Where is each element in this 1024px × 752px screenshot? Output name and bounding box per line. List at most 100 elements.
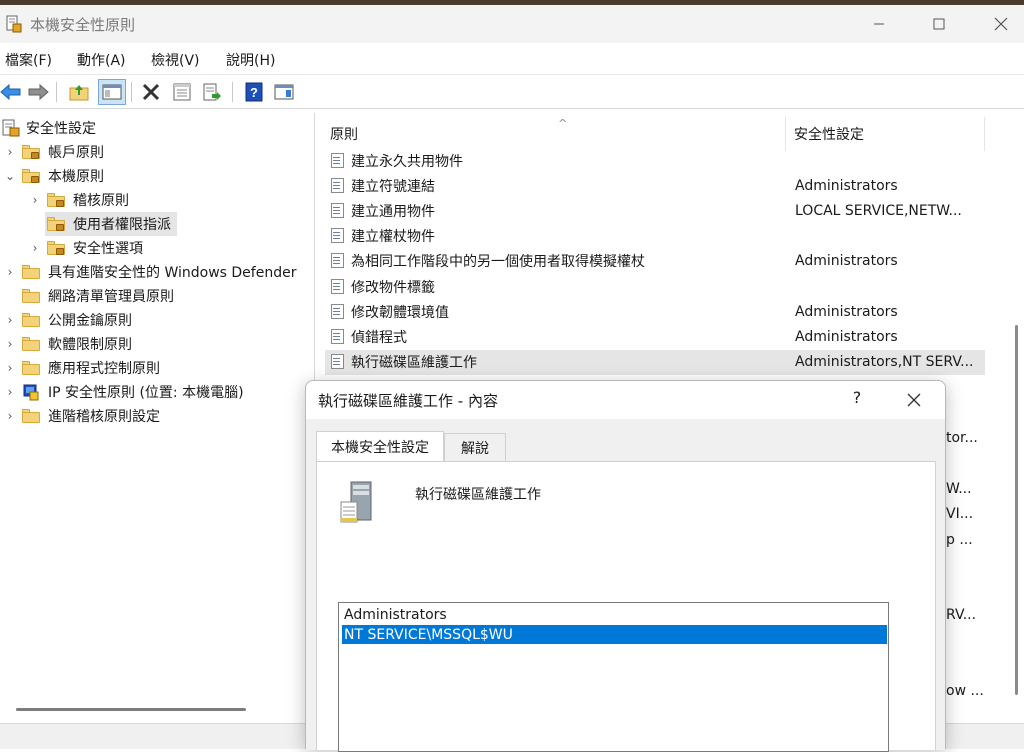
- show-action-pane-button[interactable]: [273, 81, 295, 103]
- properties-button[interactable]: [171, 81, 193, 103]
- chevron-right-icon[interactable]: ›: [4, 385, 16, 399]
- security-setting-cell: Administrators: [795, 328, 898, 345]
- tree-item-advanced-audit[interactable]: › 進階稽核原則設定: [4, 404, 160, 428]
- svg-text:?: ?: [250, 85, 258, 100]
- close-icon: [907, 393, 921, 407]
- table-row[interactable]: 執行磁碟區維護工作 Administrators,NT SERV...: [325, 349, 985, 375]
- tree-item-label: 應用程式控制原則: [48, 361, 160, 377]
- column-header-security-setting[interactable]: 安全性設定: [794, 117, 984, 151]
- menu-action[interactable]: 動作(A): [77, 50, 126, 70]
- tree-item-security-options[interactable]: › 安全性選項: [29, 236, 143, 260]
- list-vertical-scrollbar[interactable]: [1015, 325, 1018, 695]
- truncated-setting: VI...: [946, 506, 974, 522]
- close-button[interactable]: [978, 5, 1024, 43]
- dialog-body: 本機安全性設定 解說 執行磁碟區維護工作 Administrators NT S…: [306, 419, 945, 752]
- dialog-title-bar: 執行磁碟區維護工作 - 內容 ?: [306, 381, 945, 419]
- table-row[interactable]: 偵錯程式 Administrators: [325, 324, 985, 349]
- chevron-right-icon[interactable]: ›: [4, 409, 16, 423]
- locked-folder-icon: [22, 169, 40, 183]
- maximize-button[interactable]: [916, 5, 962, 43]
- list-item[interactable]: NT SERVICE\MSSQL$WU: [342, 625, 887, 644]
- tree-item-label: 軟體限制原則: [48, 337, 132, 353]
- truncated-setting: RV...: [946, 607, 977, 623]
- tree-root-label: 安全性設定: [26, 121, 96, 137]
- chevron-right-icon[interactable]: ›: [29, 193, 41, 207]
- tree-root[interactable]: 安全性設定: [2, 116, 96, 140]
- tree-item-account-policies[interactable]: › 帳戶原則: [4, 140, 104, 164]
- table-row[interactable]: 修改韌體環境值 Administrators: [325, 299, 985, 324]
- minimize-button[interactable]: [856, 5, 902, 43]
- table-row[interactable]: 建立通用物件 LOCAL SERVICE,NETW...: [325, 198, 985, 223]
- policy-name-cell: 建立永久共用物件: [351, 153, 463, 170]
- chevron-right-icon[interactable]: ›: [4, 337, 16, 351]
- help-button[interactable]: ?: [243, 81, 265, 103]
- table-row[interactable]: 建立權杖物件: [325, 224, 985, 249]
- delete-button[interactable]: [140, 81, 162, 103]
- policy-name-cell: 為相同工作階段中的另一個使用者取得模擬權杖: [351, 254, 645, 271]
- forward-button[interactable]: [27, 81, 49, 103]
- menu-view[interactable]: 檢視(V): [151, 50, 200, 70]
- policy-name-cell: 執行磁碟區維護工作: [351, 355, 477, 372]
- security-setting-cell: Administrators,NT SERV...: [795, 354, 974, 371]
- tree-pane: 安全性設定 › 帳戶原則 ⌄ 本機原則 › 稽核原則 使用者權限指派 › 安全性…: [0, 113, 315, 723]
- tree-item-network-list-manager[interactable]: 網路清單管理員原則: [22, 284, 174, 308]
- table-row[interactable]: 修改物件標籤: [325, 274, 985, 299]
- tree-item-audit-policy[interactable]: › 稽核原則: [29, 188, 129, 212]
- table-row[interactable]: 為相同工作階段中的另一個使用者取得模擬權杖 Administrators: [325, 249, 985, 274]
- dialog-help-button[interactable]: ?: [842, 388, 872, 412]
- tab-explain[interactable]: 解說: [444, 433, 506, 461]
- security-setting-cell: Administrators: [795, 253, 898, 270]
- up-folder-button[interactable]: [68, 81, 90, 103]
- chevron-right-icon[interactable]: ›: [4, 361, 16, 375]
- tree-item-label: 帳戶原則: [48, 145, 104, 161]
- policy-setting-icon: [330, 177, 346, 194]
- tree-item-user-rights-assignment[interactable]: 使用者權限指派: [45, 212, 177, 236]
- tree-item-label: IP 安全性原則 (位置: 本機電腦): [48, 385, 244, 401]
- security-settings-icon: [2, 119, 20, 137]
- menu-help[interactable]: 說明(H): [226, 50, 275, 70]
- chevron-right-icon[interactable]: ›: [4, 145, 16, 159]
- members-list[interactable]: Administrators NT SERVICE\MSSQL$WU: [338, 602, 889, 752]
- folder-icon: [22, 289, 40, 303]
- tree-item-public-key-policies[interactable]: › 公開金鑰原則: [4, 308, 132, 332]
- policy-name-cell: 偵錯程式: [351, 329, 407, 346]
- tree-item-local-policies[interactable]: ⌄ 本機原則: [4, 164, 104, 188]
- column-separator[interactable]: [984, 117, 985, 151]
- back-button[interactable]: [0, 81, 22, 103]
- up-folder-icon: [69, 85, 89, 101]
- policy-setting-icon: [330, 303, 346, 320]
- policy-setting-icon: [330, 354, 346, 370]
- export-list-button[interactable]: [201, 81, 223, 103]
- chevron-right-icon[interactable]: ›: [29, 241, 41, 255]
- truncated-setting: tor...: [946, 430, 978, 446]
- toolbar-separator: [131, 82, 132, 102]
- chevron-right-icon[interactable]: ›: [4, 265, 16, 279]
- maximize-icon: [933, 18, 945, 30]
- menu-file[interactable]: 檔案(F): [5, 50, 52, 70]
- policy-name: 執行磁碟區維護工作: [415, 487, 541, 503]
- export-list-icon: [203, 83, 221, 101]
- table-row[interactable]: 建立永久共用物件: [325, 148, 985, 173]
- sort-ascending-icon: ^: [558, 117, 568, 130]
- tree-item-ip-security[interactable]: › IP 安全性原則 (位置: 本機電腦): [4, 380, 244, 404]
- truncated-setting: p ...: [946, 532, 973, 548]
- list-item[interactable]: Administrators: [342, 605, 887, 624]
- tree-item-windows-defender-firewall[interactable]: › 具有進階安全性的 Windows Defender: [4, 260, 296, 284]
- policy-setting-icon: [330, 253, 346, 269]
- column-separator[interactable]: [785, 117, 786, 151]
- column-header-policy-label: 原則: [330, 127, 358, 143]
- truncated-setting: W...: [946, 481, 972, 497]
- table-row[interactable]: 建立符號連結 Administrators: [325, 173, 985, 198]
- chevron-down-icon[interactable]: ⌄: [4, 169, 16, 183]
- tree-horizontal-scrollbar[interactable]: [16, 708, 246, 711]
- column-header-policy[interactable]: 原則 ^: [330, 117, 785, 151]
- delete-icon: [142, 83, 160, 101]
- dialog-close-button[interactable]: [896, 386, 932, 414]
- tree-item-software-restriction[interactable]: › 軟體限制原則: [4, 332, 132, 356]
- properties-icon: [173, 83, 191, 101]
- chevron-right-icon[interactable]: ›: [4, 313, 16, 327]
- show-hide-tree-button[interactable]: [98, 79, 126, 105]
- tree-item-application-control[interactable]: › 應用程式控制原則: [4, 356, 160, 380]
- folder-icon: [22, 313, 40, 327]
- tab-local-security-setting[interactable]: 本機安全性設定: [316, 431, 444, 461]
